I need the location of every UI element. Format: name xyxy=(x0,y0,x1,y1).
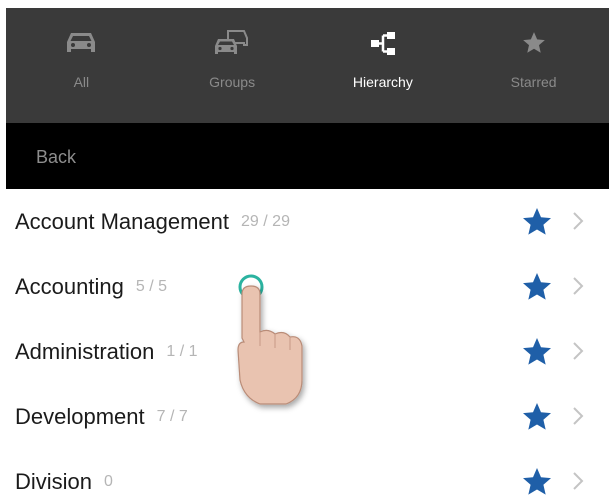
nav-bar: Back xyxy=(6,123,609,189)
tab-all[interactable]: All xyxy=(6,8,157,123)
list-item-name: Administration xyxy=(15,338,155,364)
tab-bar: All Groups Hierarchy Starred xyxy=(6,8,609,123)
star-icon[interactable] xyxy=(521,336,553,373)
chevron-right-icon xyxy=(572,341,584,366)
tab-hierarchy-label: Hierarchy xyxy=(352,74,413,90)
chevron-right-icon xyxy=(572,471,584,496)
star-icon[interactable] xyxy=(521,271,553,308)
chevron-right-icon xyxy=(572,211,584,236)
tab-groups-label: Groups xyxy=(209,74,256,90)
star-icon[interactable] xyxy=(521,401,553,438)
chevron-right-icon xyxy=(572,276,584,301)
list-item[interactable]: Account Management 29 / 29 xyxy=(6,189,609,254)
list-item-count: 5 / 5 xyxy=(135,277,167,295)
list-item-count: 1 / 1 xyxy=(166,342,198,360)
chevron-right-icon xyxy=(572,406,584,431)
star-icon xyxy=(521,28,547,58)
list-item[interactable]: Division 0 xyxy=(6,449,609,500)
tap-hand-icon xyxy=(230,272,320,427)
car-icon xyxy=(64,28,98,58)
list-item-name: Accounting xyxy=(15,273,124,299)
tab-starred[interactable]: Starred xyxy=(458,8,609,123)
tab-starred-label: Starred xyxy=(510,74,557,90)
list-item-name: Development xyxy=(15,403,145,429)
list-item-count: 29 / 29 xyxy=(241,212,290,230)
list-item-count: 7 / 7 xyxy=(156,407,188,425)
app-screen: All Groups Hierarchy Starred Back Accoun… xyxy=(6,8,609,500)
list-item-count: 0 xyxy=(104,472,113,490)
star-icon[interactable] xyxy=(521,206,553,243)
tab-hierarchy[interactable]: Hierarchy xyxy=(308,8,459,123)
tab-groups[interactable]: Groups xyxy=(157,8,308,123)
list-item-name: Account Management xyxy=(15,208,230,234)
back-button[interactable]: Back xyxy=(36,147,76,168)
tab-all-label: All xyxy=(73,74,90,90)
star-icon[interactable] xyxy=(521,466,553,500)
hierarchy-icon xyxy=(369,28,397,58)
cars-group-icon xyxy=(214,28,250,58)
list-item-name: Division xyxy=(15,468,93,494)
